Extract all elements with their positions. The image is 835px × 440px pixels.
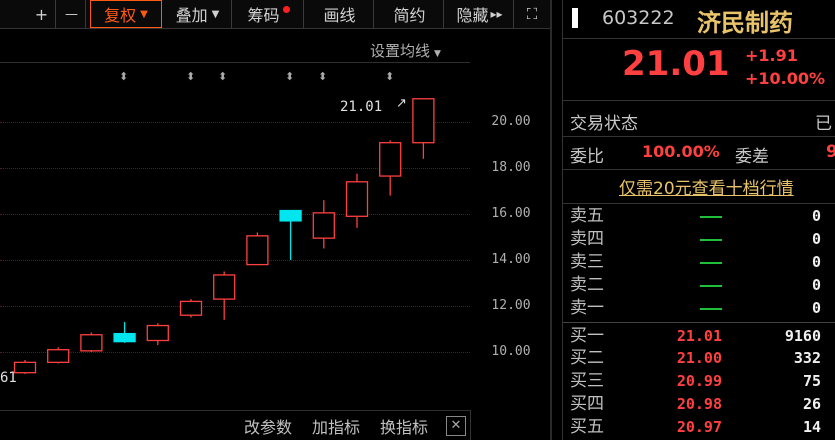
candle-body[interactable] — [47, 349, 70, 364]
candle-body[interactable] — [412, 98, 435, 144]
level10-promo-link[interactable]: 仅需20元查看十档行情 — [619, 174, 794, 199]
ask-volume: 0 — [811, 276, 821, 294]
y-tick-label: 16.00 — [491, 206, 531, 221]
quote-separator — [563, 203, 835, 204]
ask-volume: 0 — [811, 207, 821, 225]
ask-volume: 0 — [811, 253, 821, 271]
bid-volume: 9160 — [784, 327, 821, 345]
bullet-icon — [572, 8, 578, 28]
stock-name: 济民制药 — [697, 9, 793, 37]
bid-level-label: 买二 — [570, 348, 604, 368]
candle-body[interactable] — [246, 235, 269, 266]
chart-bottom-separator — [0, 410, 470, 411]
bid-price: 20.99 — [676, 372, 722, 390]
candle-body[interactable] — [345, 181, 369, 217]
candlestick-chart[interactable] — [0, 0, 470, 410]
weicha-label: 委差 — [735, 147, 769, 167]
weibi-value: 100.00% — [642, 142, 720, 161]
quote-separator — [563, 136, 835, 137]
bid-price: 20.98 — [676, 395, 722, 413]
ask-volume: 0 — [811, 299, 821, 317]
ask-price-empty — [700, 239, 722, 241]
candle-body[interactable] — [179, 300, 203, 316]
y-axis-divider — [470, 410, 471, 440]
current-price: 21.01 — [622, 44, 730, 84]
ask-level-label: 卖二 — [570, 275, 604, 295]
panel-divider — [562, 0, 563, 440]
y-tick-label: 10.00 — [491, 344, 531, 359]
ask-volume: 0 — [811, 230, 821, 248]
ask-level-label: 卖五 — [570, 206, 604, 226]
candle-body[interactable] — [80, 334, 103, 352]
quote-separator — [563, 169, 835, 170]
candle-body[interactable] — [379, 142, 402, 177]
ask-level-label: 卖一 — [570, 298, 604, 318]
candle-body[interactable] — [312, 212, 335, 239]
ask-price-empty — [700, 216, 722, 218]
more-arrows-icon: ▸▸ — [490, 7, 503, 21]
quote-separator — [563, 100, 835, 101]
bid-level-label: 买四 — [570, 394, 604, 414]
price-change: +1.91 — [745, 46, 798, 65]
ask-price-empty — [700, 285, 722, 287]
fullscreen-icon[interactable]: ⛶ — [516, 0, 548, 28]
price-change-pct: +10.00% — [745, 69, 826, 88]
weicha-value: 9 — [826, 142, 835, 162]
y-tick-label: 14.00 — [491, 252, 531, 267]
huan-zhibiao-button[interactable]: 换指标 — [380, 414, 428, 438]
bid-price: 21.00 — [676, 349, 722, 367]
ask-level-label: 卖三 — [570, 252, 604, 272]
trade-status-label: 交易状态 — [570, 114, 638, 134]
bid-volume: 26 — [802, 395, 821, 413]
ask-price-empty — [700, 308, 722, 310]
candle-body[interactable] — [279, 209, 302, 222]
bid-volume: 332 — [793, 349, 821, 367]
close-indicator-button[interactable]: ✕ — [446, 416, 466, 436]
last-price-label: 21.01 — [340, 99, 383, 115]
candle-body[interactable] — [146, 324, 169, 342]
stock-code: 603222 — [602, 7, 675, 29]
candle-body[interactable] — [13, 361, 37, 374]
bid-price: 21.01 — [676, 327, 722, 345]
bid-level-label: 买一 — [570, 326, 604, 346]
left-edge-label: 61 — [0, 370, 17, 386]
y-tick-label: 20.00 — [491, 114, 531, 129]
bid-volume: 14 — [802, 418, 821, 436]
bid-price: 20.97 — [676, 418, 722, 436]
bid-volume: 75 — [802, 372, 821, 390]
ask-price-empty — [700, 262, 722, 264]
weibi-label: 委比 — [570, 147, 604, 167]
y-tick-label: 12.00 — [491, 298, 531, 313]
jia-zhibiao-button[interactable]: 加指标 — [312, 414, 360, 438]
bid-level-label: 买五 — [570, 417, 604, 437]
arrow-pointer-icon: ↗ — [396, 96, 407, 111]
trade-status-value: 已 — [815, 114, 832, 134]
y-tick-label: 18.00 — [491, 160, 531, 175]
candle-body[interactable] — [213, 274, 236, 300]
candle-body[interactable] — [113, 332, 136, 343]
ask-level-label: 卖四 — [570, 229, 604, 249]
bid-level-label: 买三 — [570, 371, 604, 391]
gai-canshu-button[interactable]: 改参数 — [244, 414, 292, 438]
orderbook-separator — [563, 322, 835, 323]
